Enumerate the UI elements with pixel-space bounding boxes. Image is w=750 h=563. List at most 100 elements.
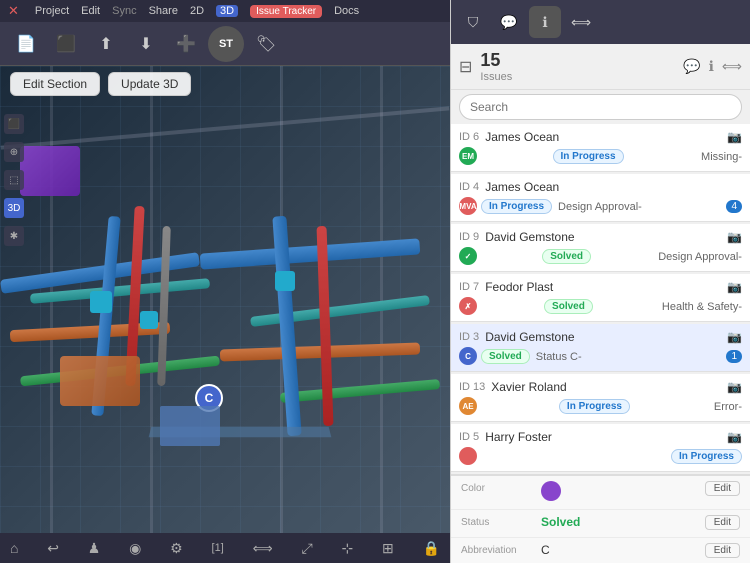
view-2d-btn[interactable]: 2D — [190, 5, 204, 17]
add-issue-icon[interactable]: ➕ — [168, 26, 204, 62]
abbreviation-label: Abbreviation — [461, 543, 541, 556]
speech-icon[interactable]: 💬 — [683, 58, 700, 75]
issue-desc: Missing- — [701, 151, 742, 163]
rp-comment-icon[interactable]: 💬 — [493, 6, 525, 38]
issue-id: ID 9 — [459, 231, 479, 243]
download-icon[interactable]: ⬇ — [128, 26, 164, 62]
issue-item[interactable]: ID 4 James Ocean MVA In Progress Design … — [451, 174, 750, 222]
assignee-avatar: AE — [459, 397, 477, 415]
issue-item[interactable]: ID 3 David Gemstone 📷 C Solved Status C-… — [451, 324, 750, 372]
view-3d-btn[interactable]: 3D — [216, 5, 238, 17]
status-badge: In Progress — [481, 199, 552, 214]
status-badge: In Progress — [671, 449, 742, 464]
color-label: Color — [461, 481, 541, 494]
issue-desc: Status C- — [536, 351, 582, 363]
eye-bottom-icon[interactable]: ◉ — [129, 540, 141, 557]
info-icon[interactable]: ℹ — [709, 58, 714, 75]
assignee-avatar: MVA — [459, 197, 477, 215]
color-value — [541, 481, 705, 504]
issue-tracker-btn[interactable]: Issue Tracker — [250, 5, 322, 18]
home-icon[interactable]: ⌂ — [10, 540, 18, 556]
share-btn[interactable]: Share — [149, 5, 178, 17]
issue-item[interactable]: ID 5 Harry Foster 📷 In Progress — [451, 424, 750, 472]
color-edit-btn[interactable]: Edit — [705, 481, 740, 496]
issue-name: James Ocean — [485, 180, 742, 194]
camera-icon: 📷 — [727, 130, 742, 144]
abbreviation-edit-btn[interactable]: Edit — [705, 543, 740, 558]
issue-item[interactable]: ID 6 James Ocean 📷 EM In Progress Missin… — [451, 124, 750, 172]
filter-bar: ⊟ 15 Issues 💬 ℹ ⟺ — [451, 44, 750, 90]
assignee-avatar — [459, 447, 477, 465]
assignee-avatar: EM — [459, 147, 477, 165]
page-indicator: [1] — [212, 542, 224, 554]
sidebar-icon-1[interactable]: ⬛ — [4, 114, 24, 134]
rp-filter-icon[interactable]: ⛉ — [457, 6, 489, 38]
doc-icon[interactable]: 📄 — [8, 26, 44, 62]
issue-name: James Ocean — [485, 130, 721, 144]
sidebar-icon-2[interactable]: ⊕ — [4, 142, 24, 162]
menu-project[interactable]: Project — [35, 5, 69, 17]
st-icon[interactable]: ST — [208, 26, 244, 62]
expand-icon[interactable]: ⤢ — [301, 540, 312, 557]
sidebar-3d-icon[interactable]: 3D — [4, 198, 24, 218]
issues-label: Issues — [480, 71, 512, 83]
issue-item[interactable]: ID 9 David Gemstone 📷 ✓ Solved Design Ap… — [451, 224, 750, 272]
right-panel: ⛉ 💬 ℹ ⟺ ⊟ 15 Issues 💬 ℹ ⟺ ID 6 James Oce… — [450, 0, 750, 563]
status-badge: Solved — [481, 349, 530, 364]
issue-item[interactable]: ID 7 Feodor Plast 📷 ✗ Solved Health & Sa… — [451, 274, 750, 322]
assignee-avatar: ✗ — [459, 297, 477, 315]
sidebar-icon-4[interactable]: ✱ — [4, 226, 24, 246]
issue-name: David Gemstone — [485, 330, 721, 344]
issue-name: Feodor Plast — [485, 280, 721, 294]
issue-id: ID 3 — [459, 331, 479, 343]
bottom-bar: ⌂ ↩ ♟ ◉ ⚙ [1] ⟺ ⤢ ⊹ ⊞ 🔒 — [0, 533, 450, 563]
count-badge: 4 — [726, 200, 742, 213]
sidebar-icon-3[interactable]: ⬚ — [4, 170, 24, 190]
left-sidebar: ⬛ ⊕ ⬚ 3D ✱ — [0, 110, 24, 250]
arrows-icon[interactable]: ⟺ — [253, 540, 273, 557]
status-badge: Solved — [542, 249, 591, 264]
edit-section-btn[interactable]: Edit Section — [10, 72, 100, 96]
rp-resize-icon[interactable]: ⟺ — [565, 6, 597, 38]
tag-icon[interactable]: 🏷 — [248, 26, 284, 62]
filter-icon[interactable]: ⊟ — [459, 57, 472, 77]
assignee-avatar: ✓ — [459, 247, 477, 265]
upload-icon[interactable]: ⬆ — [88, 26, 124, 62]
lock-icon[interactable]: 🔒 — [423, 540, 440, 557]
rp-toolbar: ⛉ 💬 ℹ ⟺ — [451, 0, 750, 44]
status-value: Solved — [541, 515, 705, 529]
detail-panel: Color Edit Status Solved Edit Abbreviati… — [451, 474, 750, 563]
issue-list: ID 6 James Ocean 📷 EM In Progress Missin… — [451, 124, 750, 474]
grid-icon[interactable]: ⊞ — [382, 540, 394, 557]
abbreviation-value: C — [541, 543, 705, 557]
issue-name: David Gemstone — [485, 230, 721, 244]
expand-rp-icon[interactable]: ⟺ — [722, 58, 742, 75]
settings-icon[interactable]: ⚙ — [170, 540, 183, 557]
update-3d-btn[interactable]: Update 3D — [108, 72, 191, 96]
cursor-icon[interactable]: ⊹ — [341, 540, 353, 557]
undo-icon[interactable]: ↩ — [47, 540, 59, 557]
detail-color-row: Color Edit — [451, 476, 750, 510]
issue-desc: Health & Safety- — [662, 301, 742, 313]
docs-btn[interactable]: Docs — [334, 5, 359, 17]
rp-info-icon[interactable]: ℹ — [529, 6, 561, 38]
search-input[interactable] — [459, 94, 742, 120]
assignee-avatar: C — [459, 347, 477, 365]
detail-abbreviation-row: Abbreviation C Edit — [451, 538, 750, 563]
status-badge: In Progress — [553, 149, 624, 164]
person-icon[interactable]: ♟ — [88, 540, 101, 557]
issue-id: ID 5 — [459, 431, 479, 443]
sync-label: Sync — [112, 5, 136, 17]
status-edit-btn[interactable]: Edit — [705, 515, 740, 530]
issue-desc: Design Approval- — [658, 251, 742, 263]
issue-id: ID 13 — [459, 381, 485, 393]
app-logo: ✕ — [8, 3, 19, 19]
issue-item[interactable]: ID 13 Xavier Roland 📷 AE In Progress Err… — [451, 374, 750, 422]
3d-viewport[interactable]: C — [0, 66, 450, 563]
status-label: Status — [461, 515, 541, 528]
issue-name: Xavier Roland — [491, 380, 721, 394]
menu-edit[interactable]: Edit — [81, 5, 100, 17]
issue-desc: Error- — [714, 401, 742, 413]
layers-icon[interactable]: ⬛ — [48, 26, 84, 62]
camera-icon: 📷 — [727, 330, 742, 344]
